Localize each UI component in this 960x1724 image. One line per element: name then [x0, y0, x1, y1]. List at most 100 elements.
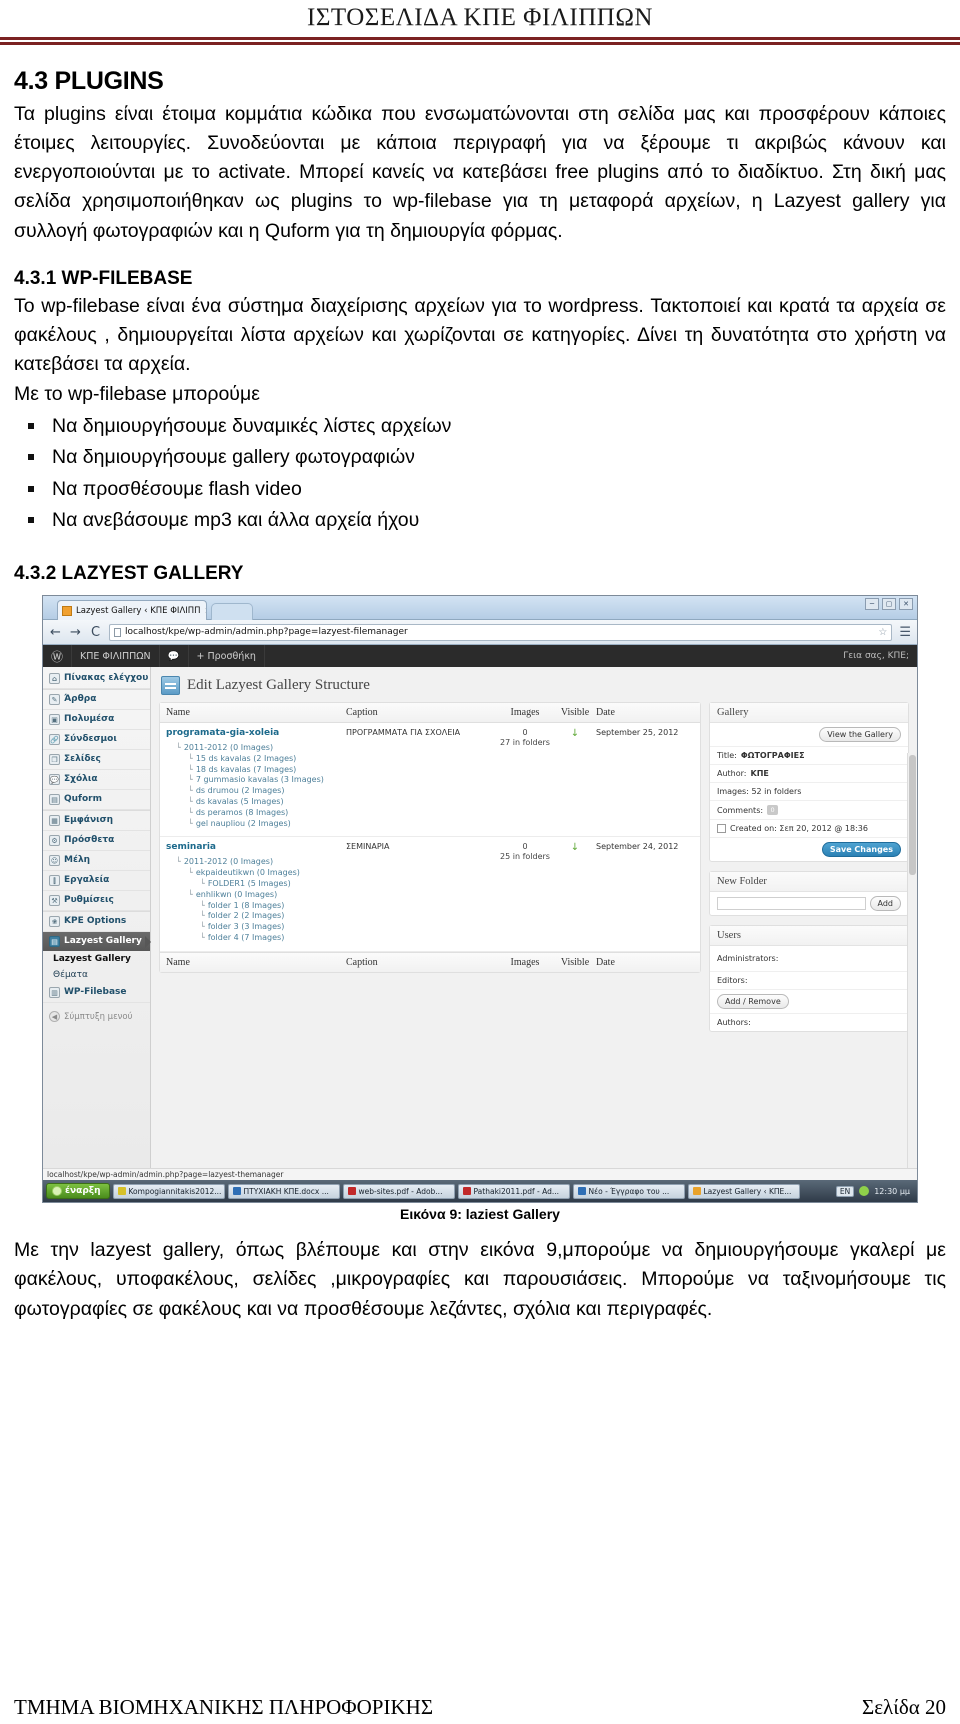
forward-icon[interactable]: → [69, 625, 82, 640]
gallery-images-row: Images: 52 in folders [710, 783, 908, 802]
gallery-name-cell: programata-gia-xoleia └ 2011-2012 (0 Imag… [166, 728, 346, 829]
tree-item[interactable]: └ gel naupliou (2 Images) [166, 819, 346, 830]
column-header-date[interactable]: Date [596, 707, 694, 718]
tree-item[interactable]: └ ds peramos (8 Images) [166, 808, 346, 819]
wordpress-logo-icon[interactable]: Ⓦ [43, 645, 73, 668]
taskbar-item[interactable]: Pathaki2011.pdf - Ad... [457, 1183, 570, 1199]
sidebar-item-appearance[interactable]: ▦ Εμφάνιση [43, 810, 150, 832]
sidebar-item-links[interactable]: 🔗 Σύνδεσμοι [43, 730, 150, 751]
submenu-item-themes[interactable]: Θέματα [43, 967, 150, 983]
column-footer-caption[interactable]: Caption [346, 957, 496, 968]
users-icon: ☺ [49, 855, 60, 867]
close-tab-icon[interactable]: × [201, 606, 206, 615]
images-note: 27 in folders [500, 738, 550, 748]
close-window-icon[interactable]: ✕ [899, 598, 913, 611]
back-icon[interactable]: ← [49, 625, 62, 640]
page-scrollbar[interactable] [907, 753, 916, 1171]
sidebar-item-posts[interactable]: ✎ Άρθρα [43, 689, 150, 711]
address-bar[interactable]: localhost/kpe/wp-admin/admin.php?page=la… [109, 623, 893, 641]
browser-tab[interactable]: Lazyest Gallery ‹ ΚΠΕ ΦΙΛΙΠΠ × [57, 600, 207, 621]
tree-item[interactable]: └ folder 4 (7 Images) [166, 933, 346, 944]
start-button[interactable]: έναρξη [46, 1183, 110, 1200]
sidebar-item-plugins[interactable]: ⚙ Πρόσθετα [43, 831, 150, 852]
list-intro-wpfilebase: Με το wp-filebase μπορούμε [14, 382, 260, 405]
maximize-icon[interactable]: ▢ [882, 598, 896, 611]
bookmark-star-icon[interactable]: ☆ [878, 627, 887, 638]
taskbar-item[interactable]: Kompogiannitakis2012... [112, 1183, 225, 1199]
view-gallery-button[interactable]: View the Gallery [819, 727, 901, 743]
table-footer-row: Name Caption Images Visible Date [160, 951, 700, 972]
sidebar-item-users[interactable]: ☺ Μέλη [43, 851, 150, 872]
tree-item[interactable]: └ 7 gummasio kavalas (3 Images) [166, 775, 346, 786]
submenu-item-lazyest-gallery[interactable]: Lazyest Gallery [43, 951, 150, 967]
column-footer-date[interactable]: Date [596, 957, 694, 968]
sidebar-item-lazyest-gallery[interactable]: ▤ Lazyest Gallery [43, 932, 151, 952]
table-header-row: Name Caption Images Visible Date [160, 703, 700, 724]
tree-item[interactable]: └ ds kavalas (5 Images) [166, 797, 346, 808]
taskbar-clock[interactable]: 12:30 μμ [874, 1187, 910, 1196]
tree-item[interactable]: └ enhlikwn (0 Images) [166, 890, 346, 901]
column-header-caption[interactable]: Caption [346, 707, 496, 718]
tree-item[interactable]: └ ekpaideutikwn (0 Images) [166, 868, 346, 879]
tree-item[interactable]: └ FOLDER1 (5 Images) [166, 879, 346, 890]
paragraph-lazyest: Με την lazyest gallery, όπως βλέπουμε κα… [14, 1239, 946, 1320]
sidebar-item-label: Μέλη [64, 854, 91, 865]
adminbar-greeting[interactable]: Γεια σας, ΚΠΕ; [843, 651, 917, 661]
comment-icon: 💬 [49, 774, 60, 786]
gallery-comments-label: Comments: [717, 805, 764, 815]
gallery-structure-pane: Name Caption Images Visible Date program… [159, 702, 701, 973]
sidebar-item-settings[interactable]: ⚒ Ρυθμίσεις [43, 891, 150, 912]
adminbar-new-button[interactable]: + Προσθήκη [189, 645, 265, 668]
gallery-name-link[interactable]: seminaria [166, 842, 346, 852]
sidebar-item-quform[interactable]: ▤ Quform [43, 790, 150, 811]
gallery-visible-cell: ↓ [554, 842, 596, 853]
save-changes-button[interactable]: Save Changes [821, 842, 901, 858]
tree-item[interactable]: └ folder 1 (8 Images) [166, 901, 346, 912]
browser-menu-icon[interactable]: ☰ [899, 625, 911, 640]
visible-icon[interactable]: ↓ [571, 842, 579, 853]
column-footer-name[interactable]: Name [166, 957, 346, 968]
taskbar-item[interactable]: Lazyest Gallery ‹ ΚΠΕ... [687, 1183, 800, 1199]
tree-item[interactable]: └ 2011-2012 (0 Images) [166, 743, 346, 754]
reload-icon[interactable]: C [89, 625, 102, 640]
scrollbar-thumb[interactable] [909, 755, 916, 876]
comment-bubble-icon[interactable]: 0 [767, 805, 779, 816]
language-indicator[interactable]: EN [835, 1185, 855, 1197]
adminbar-site-name[interactable]: ΚΠΕ ΦΙΛΙΠΠΩΝ [72, 645, 160, 668]
sidebar-item-pages[interactable]: ❐ Σελίδες [43, 750, 150, 771]
taskbar-item[interactable]: web-sites.pdf - Adob... [342, 1183, 455, 1199]
minimize-icon[interactable]: ─ [865, 598, 879, 611]
column-footer-images[interactable]: Images [496, 957, 554, 968]
new-folder-input[interactable] [717, 897, 866, 911]
gallery-page-icon [161, 676, 180, 696]
sidebar-item-tools[interactable]: ⫿ Εργαλεία [43, 871, 150, 892]
tree-item[interactable]: └ 2011-2012 (0 Images) [166, 857, 346, 868]
gallery-name-link[interactable]: programata-gia-xoleia [166, 728, 346, 738]
list-item: Να ανεβάσουμε mp3 και άλλα αρχεία ήχου [22, 505, 946, 537]
visible-icon[interactable]: ↓ [571, 728, 579, 739]
sidebar-item-dashboard[interactable]: ⌂ Πίνακας ελέγχου [43, 669, 150, 690]
new-tab-button[interactable] [211, 603, 253, 621]
sidebar-item-media[interactable]: ▣ Πολυμέσα [43, 710, 150, 731]
column-header-visible[interactable]: Visible [554, 707, 596, 718]
tray-status-icon[interactable] [859, 1186, 870, 1197]
section-heading-wpfilebase: 4.3.1 WP-FILEBASE [14, 267, 193, 289]
tree-item[interactable]: └ 15 ds kavalas (2 Images) [166, 754, 346, 765]
collapse-menu-button[interactable]: ◀ Σύμπτυξη μενού [43, 1003, 150, 1030]
sidebar-item-comments[interactable]: 💬 Σχόλια [43, 770, 150, 791]
tree-item[interactable]: └ 18 ds kavalas (7 Images) [166, 765, 346, 776]
column-footer-visible[interactable]: Visible [554, 957, 596, 968]
sidebar-item-wp-filebase[interactable]: ▥ WP-Filebase [43, 983, 150, 1004]
taskbar-item[interactable]: ΠΤΥΧΙΑΚΗ ΚΠΕ.docx ... [227, 1183, 340, 1199]
tree-item[interactable]: └ folder 2 (2 Images) [166, 911, 346, 922]
add-folder-button[interactable]: Add [869, 896, 901, 912]
taskbar-item[interactable]: Νέο - Έγγραφο του ... [572, 1183, 685, 1199]
add-remove-button[interactable]: Add / Remove [717, 994, 789, 1010]
column-header-name[interactable]: Name [166, 707, 346, 718]
tree-item[interactable]: └ folder 3 (3 Images) [166, 922, 346, 933]
sidebar-item-kpe-options[interactable]: ❀ KPE Options [43, 911, 150, 933]
column-header-images[interactable]: Images [496, 707, 554, 718]
tree-item[interactable]: └ ds drumou (2 Images) [166, 786, 346, 797]
comments-icon[interactable]: 💬 [160, 645, 189, 668]
images-count: 0 [522, 842, 528, 852]
